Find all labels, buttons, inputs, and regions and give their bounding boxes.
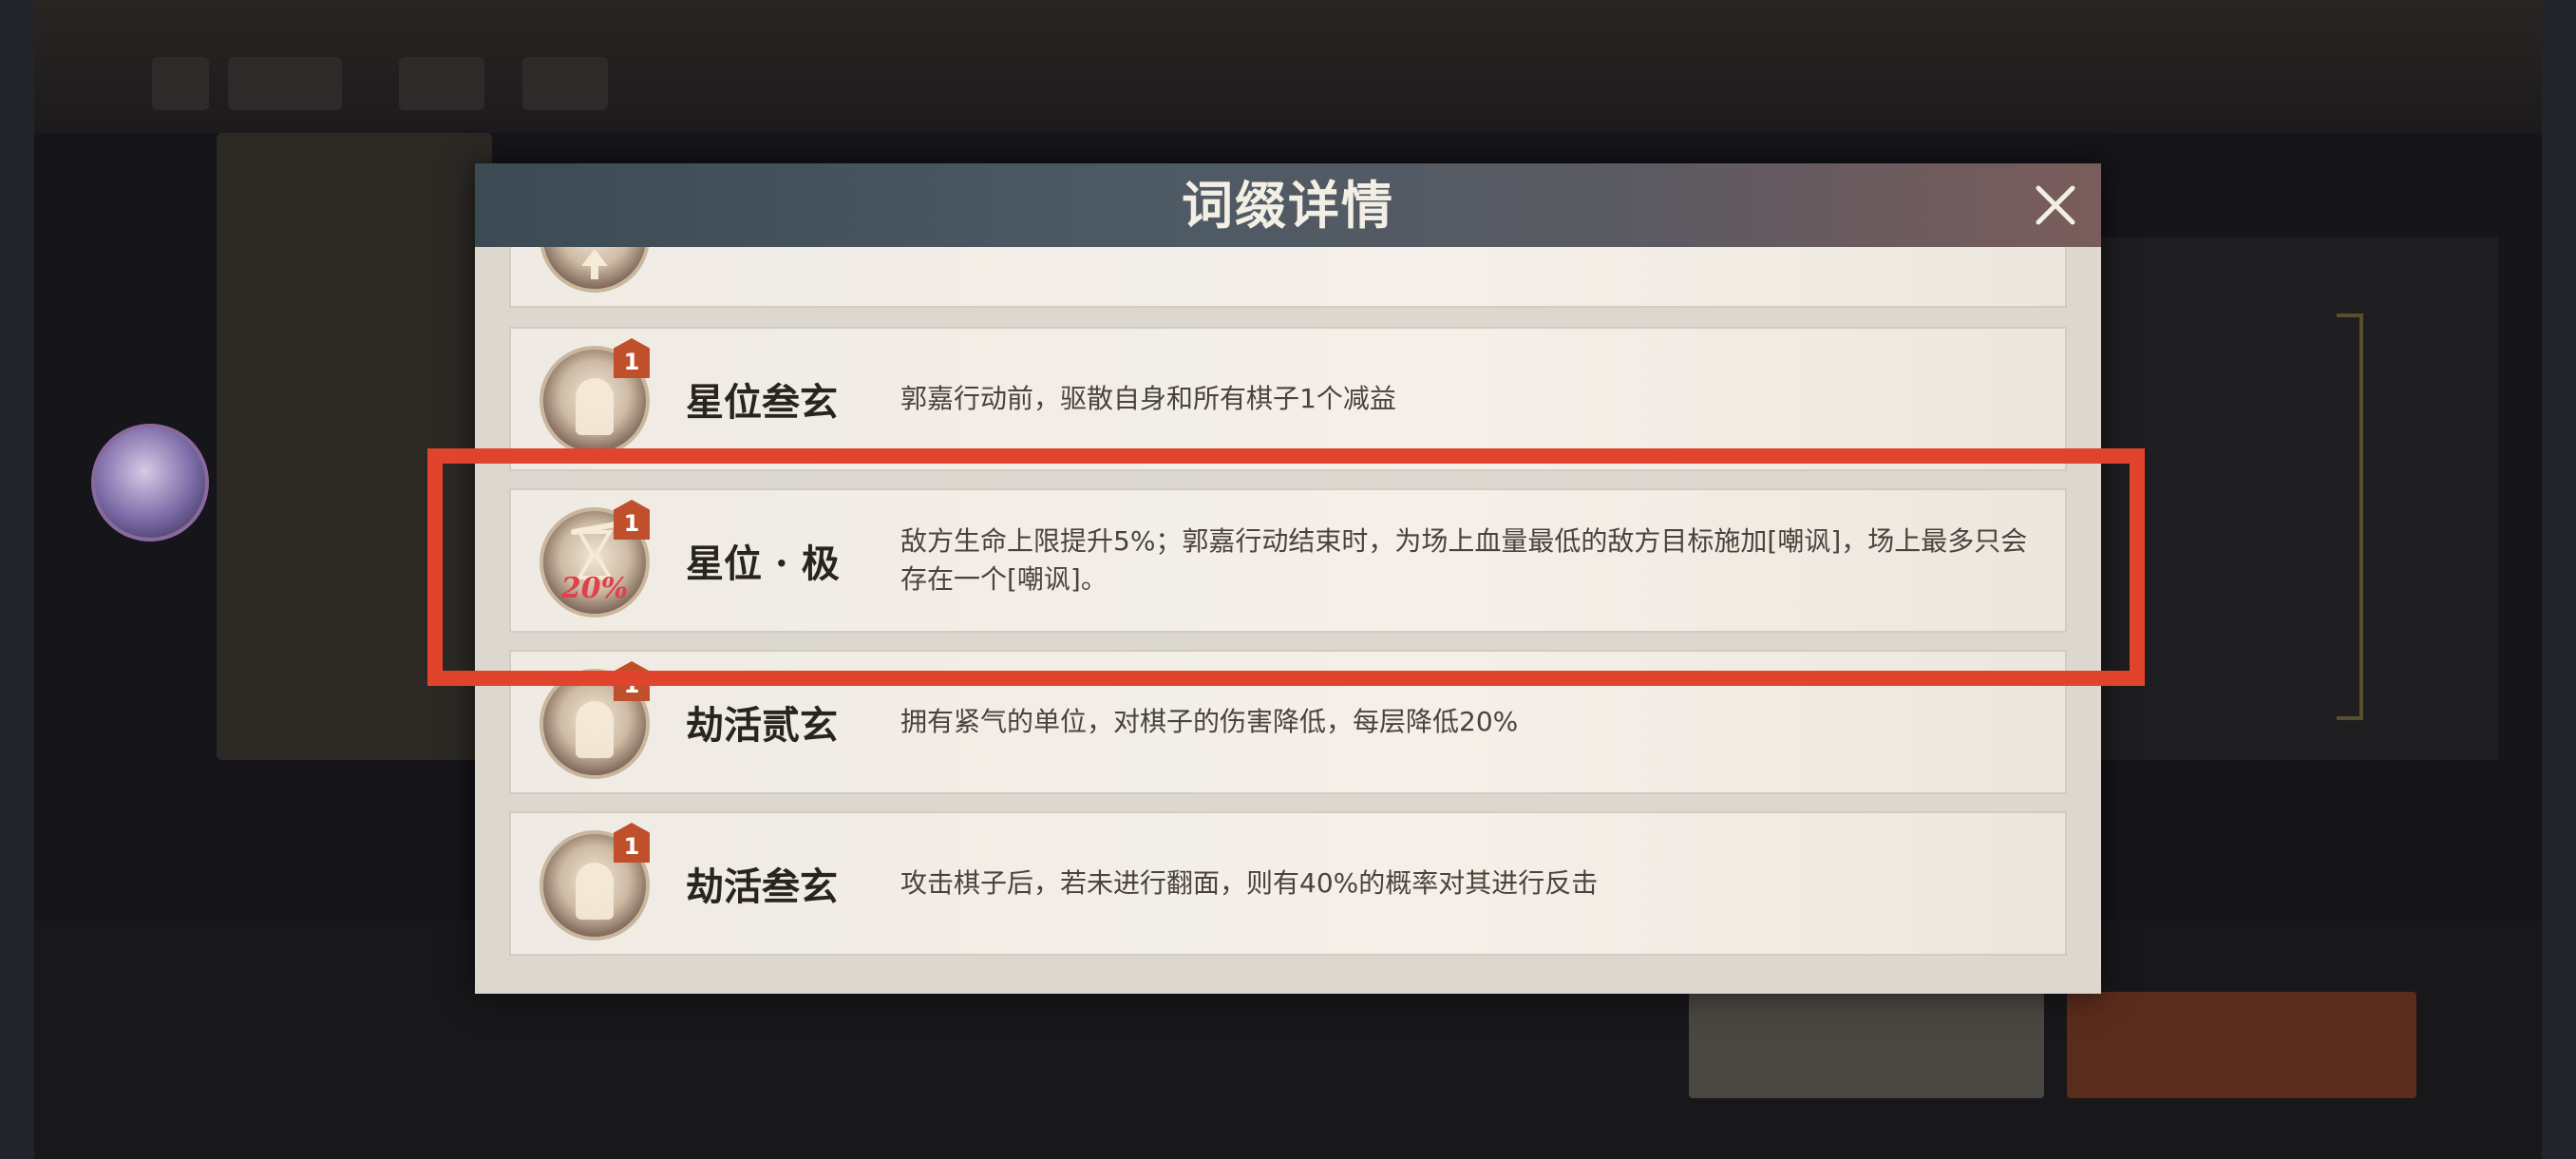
secondary-button	[1689, 992, 2044, 1098]
affix-upgrade-icon	[540, 247, 650, 293]
list-item	[509, 247, 2067, 308]
back-icon	[152, 57, 209, 110]
top-tab	[522, 57, 608, 110]
map-panel	[2099, 238, 2498, 760]
scroll-fade	[509, 954, 2067, 994]
level-badge: 1	[614, 823, 650, 863]
top-tab	[228, 57, 342, 110]
close-icon	[2036, 185, 2075, 225]
top-bar	[0, 0, 2576, 133]
highlight-box	[427, 448, 2145, 686]
close-button[interactable]	[2029, 179, 2082, 232]
level-badge: 1	[614, 338, 650, 378]
affix-description: 攻击棋子后，若未进行翻面，则有40%的概率对其进行反击	[900, 867, 1599, 899]
dialog-title: 词缀详情	[1182, 175, 1394, 236]
primary-button	[2067, 992, 2416, 1098]
affix-name: 劫活叁玄	[686, 864, 838, 909]
path-line	[2337, 314, 2363, 720]
top-tab	[399, 57, 484, 110]
player-avatar[interactable]	[91, 424, 209, 542]
right-frame	[2542, 0, 2576, 1159]
left-frame	[0, 0, 34, 1159]
list-item: 1 劫活叁玄 攻击棋子后，若未进行翻面，则有40%的概率对其进行反击	[509, 811, 2067, 956]
